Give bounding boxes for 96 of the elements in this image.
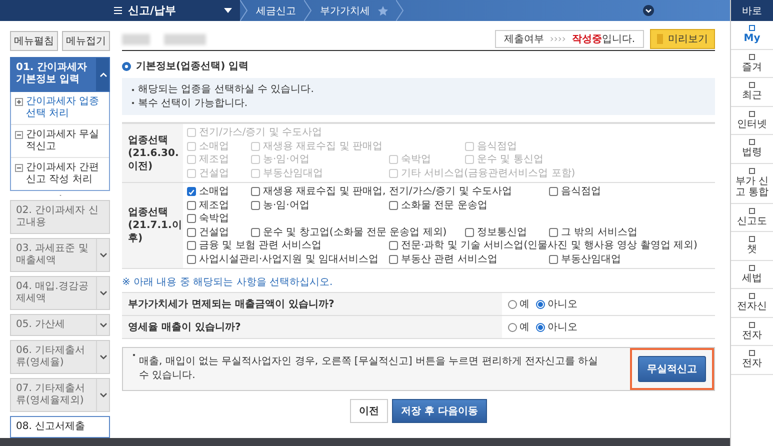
industry-checkbox[interactable]: 재생용 재료수집 및 판매업, 전기/가스/증기 및 수도사업 <box>251 185 512 198</box>
question-notice: ※ 아래 내용 중 해당되는 사항을 선택하십시오. <box>122 276 334 289</box>
quick-menu-item[interactable]: 신고도 <box>731 204 773 232</box>
caret-icon[interactable] <box>224 8 232 13</box>
quick-menu-item[interactable]: 전자 <box>731 346 773 374</box>
question-text: 영세율 매출이 있습니까? <box>122 316 502 338</box>
quick-menu-item[interactable]: 법령 <box>731 135 773 164</box>
save-next-button[interactable]: 저장 후 다음이동 <box>392 399 487 423</box>
row-header-period: (21.6.30.이전) <box>128 146 180 172</box>
preview-button[interactable]: 미리보기 <box>650 29 716 49</box>
radio-option[interactable]: 아니오 <box>536 297 578 311</box>
blurred-text <box>164 34 206 44</box>
industry-checkbox[interactable]: 건설업 <box>187 226 229 239</box>
quick-menu-item[interactable]: 즐겨 <box>731 50 773 78</box>
expand-icon[interactable] <box>643 5 654 16</box>
quick-menu-item[interactable]: 세법 <box>731 260 773 289</box>
industry-checkbox[interactable]: 소화물 전문 운송업 <box>389 198 488 212</box>
industry-checkbox[interactable]: 농·임·어업 <box>251 198 310 212</box>
square-icon <box>749 139 756 145</box>
quick-menu-title: 바로 <box>731 0 773 21</box>
section-title: 기본정보(업종선택) 입력 <box>136 60 249 73</box>
star-icon[interactable] <box>378 6 388 16</box>
breadcrumb-link[interactable]: 부가가치세 <box>320 4 370 18</box>
menu-toggle-button[interactable]: 메뉴접기 <box>62 31 110 51</box>
submenu-label: 간이과세자 간편신고 작성 처리 <box>26 162 100 186</box>
sidebar-item-label: 03. 과세표준 및 매출세액 <box>15 242 90 268</box>
submenu-label: 간이과세자 무실적신고 <box>26 129 100 153</box>
sidebar-item-label: 06. 기타제출서류(영세율) <box>15 344 86 370</box>
radio-option[interactable]: 예 <box>508 297 530 311</box>
square-icon <box>749 168 756 174</box>
industry-checkbox[interactable]: 그 밖의 서비스업 <box>549 226 638 239</box>
row-header-title: 업종선택 <box>128 206 169 219</box>
submenu-item[interactable]: 간이과세자 무실적신고 <box>11 124 109 157</box>
radio-option[interactable]: 예 <box>508 320 530 334</box>
industry-checkbox[interactable]: 제조업 <box>187 198 229 212</box>
quick-menu-item[interactable]: 인터넷 <box>731 106 773 135</box>
quick-menu-item[interactable]: 최근 <box>731 78 773 106</box>
info-note: 해당되는 업종을 선택하실 수 있습니다. <box>138 83 314 96</box>
submenu-item[interactable]: 간이과세자 업종선택 처리 <box>11 92 109 124</box>
sidebar-item-label: 04. 매입.경감공제세액 <box>15 280 90 306</box>
square-icon <box>749 110 756 116</box>
chevron-icon[interactable] <box>96 58 109 91</box>
menu-icon[interactable] <box>114 7 122 14</box>
industry-checkbox[interactable]: 전문·과학 및 기술 서비스업(인물사진 및 행사용 영상 촬영업 제외) <box>389 239 698 252</box>
industry-checkbox[interactable]: 소매업 <box>187 185 229 198</box>
quick-menu-item[interactable]: 전자신 <box>731 289 773 318</box>
quick-menu-item[interactable]: 챗 <box>731 232 773 260</box>
sidebar-item-label: 07. 기타제출서류(영세율제외) <box>15 382 86 408</box>
sidebar-item-label: 01. 간이과세자 기본정보 입력 <box>15 61 88 87</box>
square-icon <box>749 208 756 214</box>
check-icon <box>188 188 195 198</box>
plus-icon <box>15 96 23 106</box>
sidebar-item[interactable]: 08. 신고서제출 <box>10 416 110 438</box>
minus-icon <box>15 129 23 139</box>
square-icon <box>749 322 756 328</box>
menu-toggle-button[interactable]: 메뉴펼침 <box>10 31 58 51</box>
chevron-icon <box>396 0 404 21</box>
sidebar-item-label: 05. 가산세 <box>15 318 66 332</box>
previous-button[interactable]: 이전 <box>350 399 388 423</box>
submenu-item[interactable]: 간이과세자 간편신고 작성 처리 <box>11 157 109 190</box>
blurred-text <box>122 34 150 44</box>
square-icon <box>749 54 756 60</box>
submenu-label: 간이과세자 업종선택 처리 <box>26 96 100 120</box>
industry-checkbox[interactable]: 운수 및 창고업(소화물 전문 운송업 제외) <box>251 226 447 239</box>
industry-checkbox[interactable]: 부동산 관련 서비스업 <box>389 252 498 266</box>
square-icon <box>749 264 756 270</box>
square-icon <box>749 236 756 242</box>
info-note: 복수 선택이 가능합니다. <box>138 96 248 110</box>
square-icon <box>749 82 756 88</box>
industry-checkbox[interactable]: 금융 및 보험 관련 서비스업 <box>187 239 322 252</box>
row-header-period: (21.7.1.이후) <box>128 219 183 245</box>
industry-checkbox[interactable]: 음식점업 <box>549 185 601 198</box>
chevron-icon <box>240 0 248 21</box>
sidebar-item[interactable]: 01. 간이과세자 기본정보 입력 <box>10 57 110 92</box>
industry-checkbox[interactable]: 숙박업 <box>187 212 229 226</box>
square-icon <box>749 293 756 299</box>
minus-icon <box>15 162 23 172</box>
row-header-title: 업종선택 <box>128 134 169 146</box>
square-icon <box>749 25 756 31</box>
quick-menu-item[interactable]: My <box>731 21 773 50</box>
industry-checkbox[interactable]: 정보통신업 <box>465 226 527 239</box>
industry-checkbox[interactable]: 사업시설관리·사업지원 및 임대서비스업 <box>187 252 379 266</box>
no-record-text: 매출, 매입이 없는 무실적사업자인 경우, 오른쪽 [무실적신고] 버튼을 누르면 편리하게 전자신고를 하실 수 있습니다. <box>139 355 600 383</box>
status-text: 작성중입니다. <box>572 33 636 46</box>
bullet-icon <box>122 62 131 70</box>
radio-option[interactable]: 아니오 <box>536 320 578 334</box>
square-icon <box>749 350 756 356</box>
no-record-button[interactable]: 무실적신고 <box>638 356 706 382</box>
status-arrows: ›››› <box>550 34 566 44</box>
industry-checkbox[interactable]: 부동산임대업 <box>549 252 621 266</box>
status-label: 제출여부 <box>504 33 544 46</box>
question-text: 부가가치세가 면제되는 매출금액이 있습니까? <box>122 293 502 315</box>
quick-menu-item[interactable]: 전자 <box>731 318 773 346</box>
chevron-icon <box>304 0 312 21</box>
breadcrumb-link[interactable]: 세금신고 <box>256 4 296 18</box>
quick-menu-item[interactable]: 부가 신고 통합 <box>731 164 773 204</box>
